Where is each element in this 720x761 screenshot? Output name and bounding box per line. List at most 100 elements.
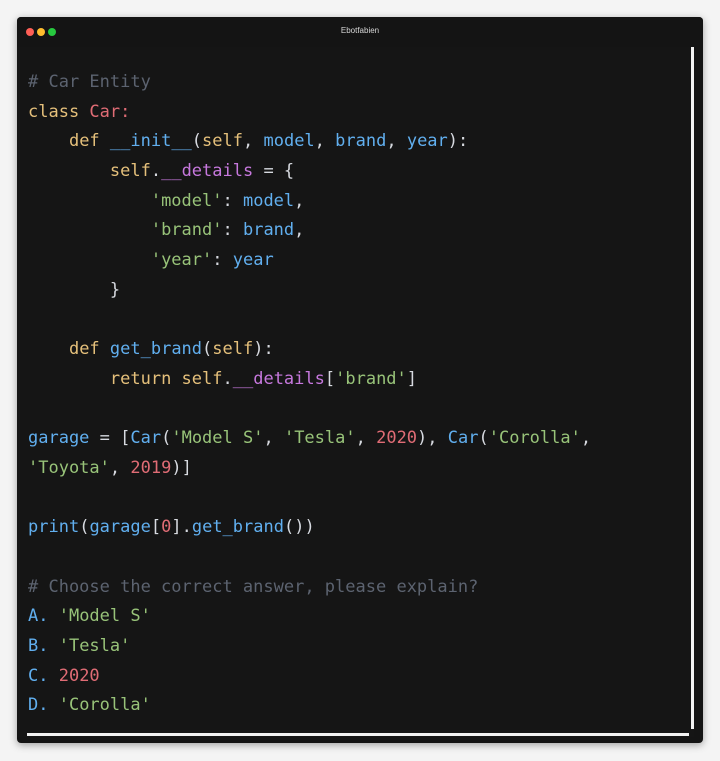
code-token: , (386, 131, 407, 152)
code-token: 0 (161, 517, 172, 538)
code-token: 'Model S' (58, 606, 151, 627)
code-token: , (294, 190, 305, 211)
code-line: } (28, 276, 591, 306)
code-token: A. (28, 606, 59, 627)
code-token: Car (89, 101, 121, 122)
code-token: self (109, 161, 151, 182)
code-token: ( (191, 131, 203, 152)
code-token: 2019 (130, 457, 172, 478)
code-token: ( (79, 517, 90, 538)
code-line: def get_brand(self): (28, 335, 591, 365)
code-token: self (202, 131, 243, 152)
code-token: , (263, 428, 284, 449)
vertical-scrollbar[interactable] (691, 47, 694, 729)
code-token: 'Tesla' (283, 428, 356, 449)
code-token: ), (417, 428, 448, 449)
code-token: year (406, 131, 448, 152)
code-token: model (242, 190, 295, 211)
horizontal-scrollbar[interactable] (27, 733, 689, 736)
code-token: def (68, 339, 110, 360)
code-token: brand (242, 220, 295, 241)
code-token: , (355, 428, 377, 449)
code-token: = { (253, 161, 295, 182)
code-line: return self.__details['brand'] (28, 365, 591, 395)
code-token: garage (28, 428, 90, 449)
code-line: garage = [Car('Model S', 'Tesla', 2020),… (28, 424, 591, 454)
code-token: brand (335, 131, 387, 152)
code-token: ( (478, 428, 489, 449)
code-token: 'Corolla' (58, 695, 151, 716)
code-token: = [ (89, 428, 131, 449)
code-window: Ebotfabien # Car Entity class Car: def __… (17, 17, 703, 743)
code-line: D. 'Corolla' (28, 691, 591, 721)
code-token: 'Toyota' (28, 457, 110, 478)
code-token: ): (447, 131, 469, 152)
code-token: __details (161, 161, 254, 182)
code-token: ): (253, 339, 274, 360)
code-line: A. 'Model S' (28, 602, 591, 632)
code-token: self (181, 368, 223, 389)
code-token: )] (171, 457, 192, 478)
code-editor: # Car Entity class Car: def __init__(self… (17, 47, 691, 737)
title-bar: Ebotfabien (17, 17, 703, 47)
code-token: __details (232, 368, 325, 389)
code-line: 'year': year (28, 246, 591, 276)
code-token: 'Tesla' (58, 636, 131, 657)
code-token: ]. (171, 517, 192, 538)
code-token: Car (130, 428, 162, 449)
code-token: 'brand' (335, 368, 407, 389)
code-token: print (28, 517, 80, 538)
code-token: 'Corolla' (488, 428, 581, 449)
code-token: class (28, 101, 90, 122)
code-line: B. 'Tesla' (28, 632, 591, 662)
code-token: , (109, 457, 131, 478)
code-token: get_brand (191, 517, 284, 538)
code-token: D. (28, 695, 59, 716)
code-token: year (232, 250, 274, 271)
code-token: model (263, 131, 315, 152)
code-token: , (580, 428, 592, 449)
code-line: # Choose the correct answer, please expl… (28, 573, 591, 603)
code-token: [ (324, 368, 336, 389)
code-token: : (222, 220, 243, 241)
code-token: , (243, 131, 264, 152)
code-token: ( (202, 339, 213, 360)
code-token: 'brand' (150, 220, 223, 241)
code-line: print(garage[0].get_brand()) (28, 513, 591, 543)
code-token: return (109, 368, 182, 389)
code-line: self.__details = { (28, 157, 591, 187)
code-token: ()) (283, 517, 315, 538)
code-token: get_brand (109, 339, 203, 360)
code-token: , (314, 131, 336, 152)
window-title: Ebotfabien (340, 26, 380, 35)
code-token: : (222, 190, 243, 211)
code-token: 2020 (376, 428, 418, 449)
code-token: : (120, 101, 131, 122)
code-token: ( (161, 428, 172, 449)
code-token: self (212, 339, 254, 360)
code-line: class Car: (28, 98, 591, 128)
code-token: . (150, 161, 162, 182)
code-token: garage (89, 517, 151, 538)
code-token: Car (447, 428, 479, 449)
code-token: # Car Entity (28, 72, 151, 92)
code-line: C. 2020 (28, 662, 591, 692)
code-line: 'model': model, (28, 187, 591, 217)
code-token: 'model' (150, 190, 223, 211)
code-token: [ (150, 517, 162, 538)
code-token: . (222, 368, 233, 389)
code-line: def __init__(self, model, brand, year): (28, 127, 591, 157)
code-token: # Choose the correct answer, please expl… (28, 576, 479, 597)
code-token: } (28, 279, 121, 300)
code-line: # Car Entity (28, 68, 591, 98)
